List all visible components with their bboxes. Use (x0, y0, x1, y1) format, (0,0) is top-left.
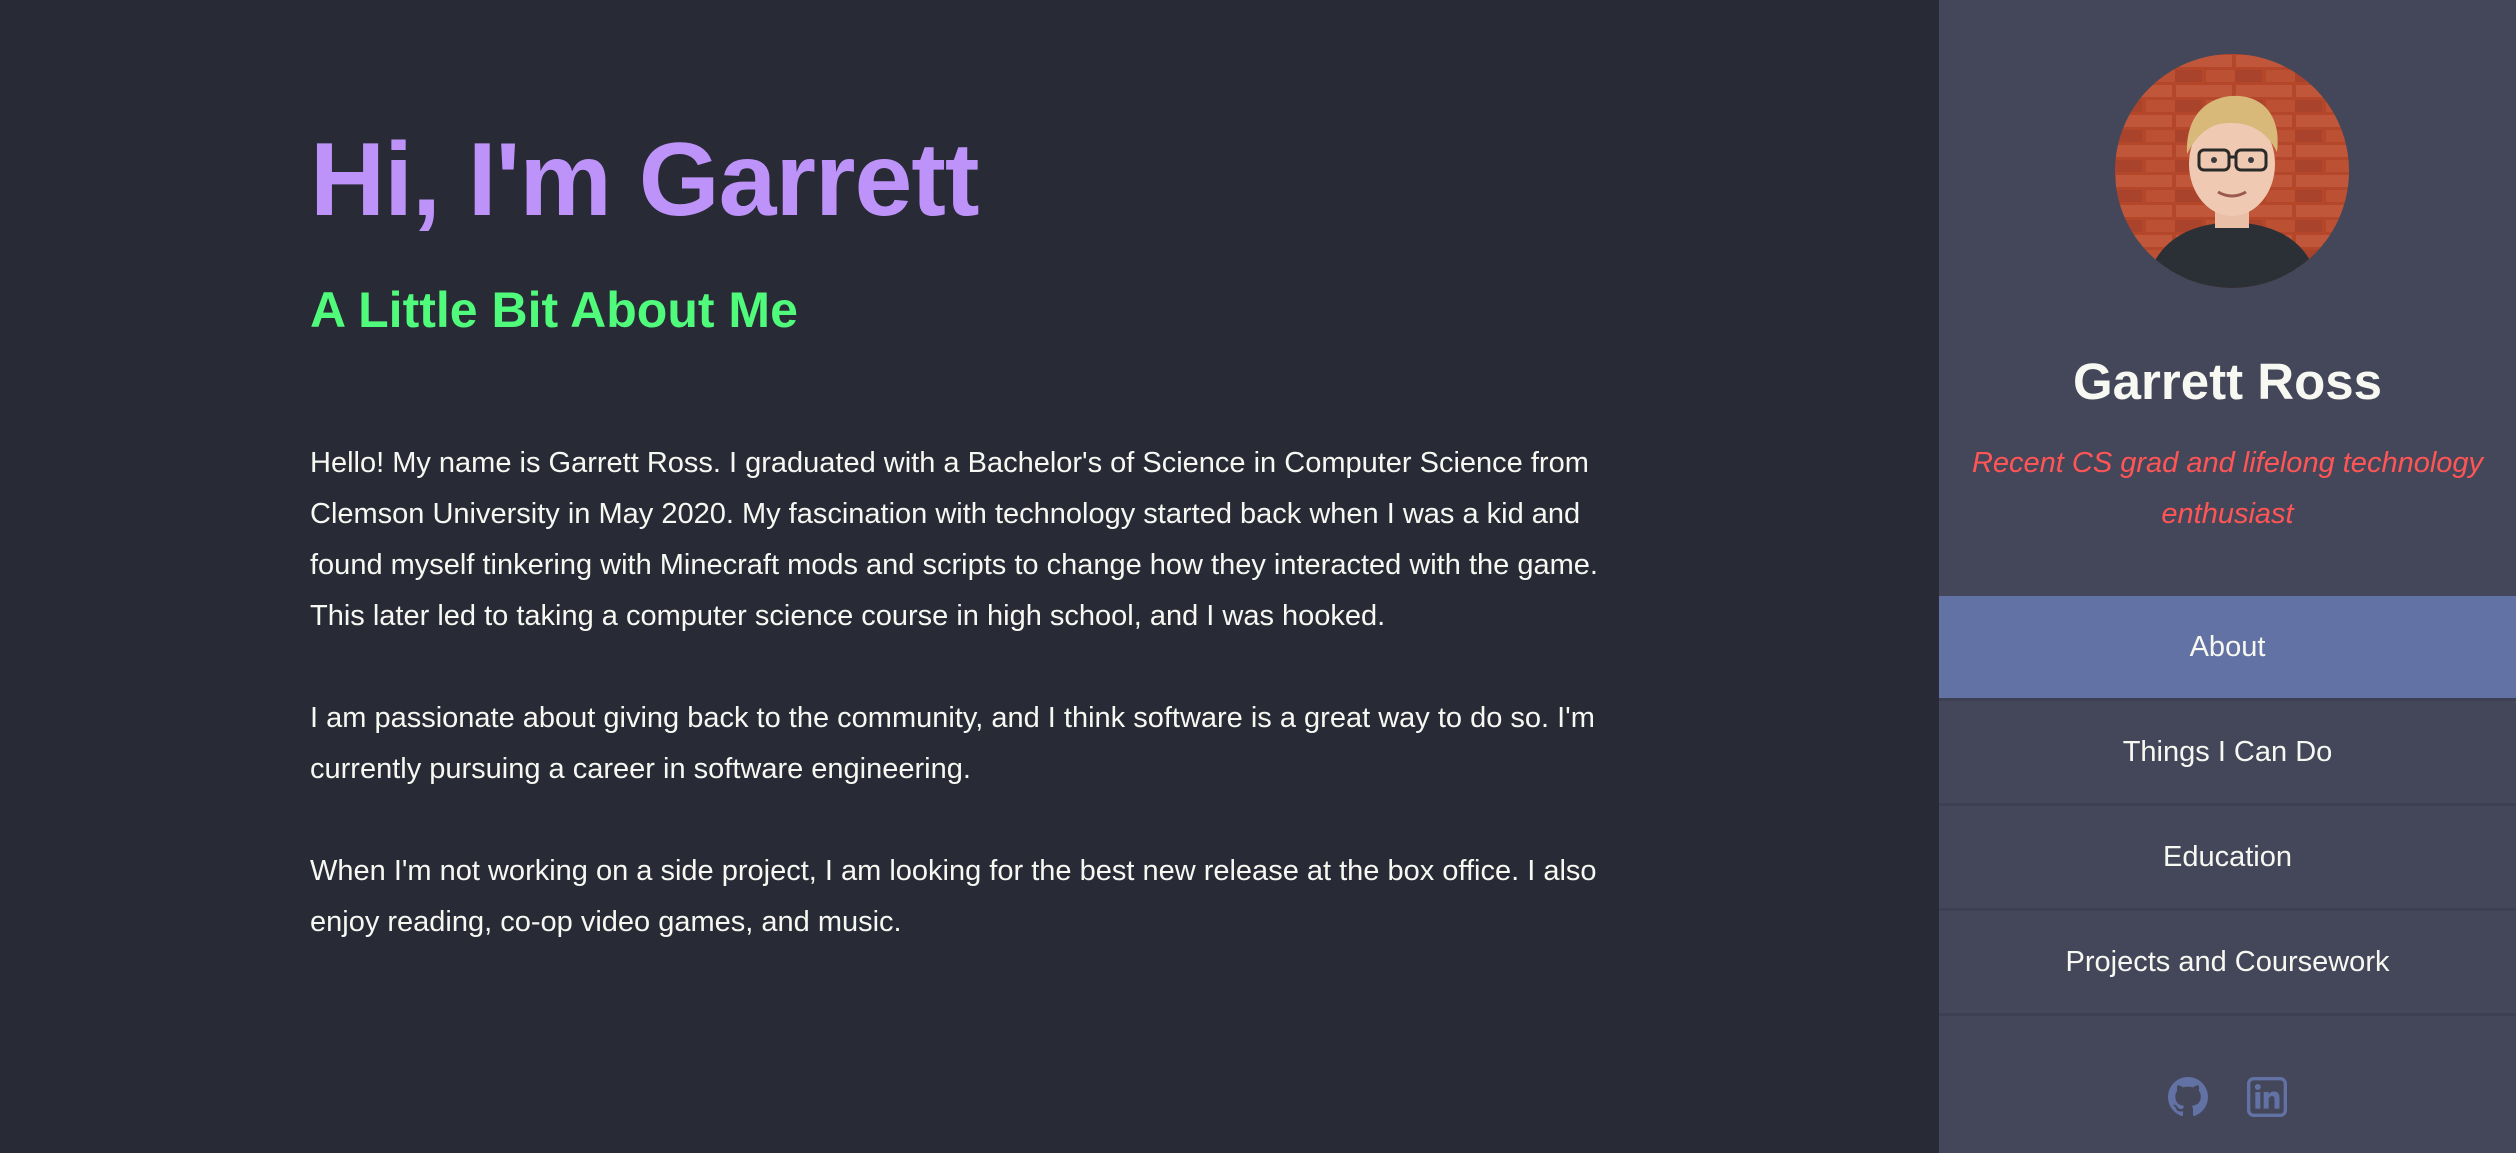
github-icon[interactable] (2168, 1077, 2209, 1117)
page-title: Hi, I'm Garrett (310, 122, 980, 238)
about-section: Hi, I'm Garrett A Little Bit About Me He… (310, 120, 1610, 999)
sidebar: Garrett Ross Recent CS grad and lifelong… (1939, 0, 2516, 1153)
section-subtitle: A Little Bit About Me (310, 282, 798, 338)
bio-paragraph: I am passionate about giving back to the… (310, 702, 1595, 785)
nav-item-things-i-can-do[interactable]: Things I Can Do (1939, 701, 2516, 806)
bio-text: Hello! My name is Garrett Ross. I gradua… (310, 438, 1610, 948)
avatar (2115, 54, 2349, 288)
page: Hi, I'm Garrett A Little Bit About Me He… (0, 0, 2516, 1153)
social-links (1939, 1077, 2516, 1117)
profile-name: Garrett Ross (2073, 353, 2382, 410)
nav-item-education[interactable]: Education (1939, 806, 2516, 911)
nav-item-about[interactable]: About (1939, 596, 2516, 701)
nav-item-projects-and-coursework[interactable]: Projects and Coursework (1939, 911, 2516, 1016)
linkedin-icon[interactable] (2246, 1077, 2287, 1117)
sidebar-nav: About Things I Can Do Education Projects… (1939, 596, 2516, 1016)
profile-tagline: Recent CS grad and lifelong technology e… (1971, 447, 2484, 530)
main-content: Hi, I'm Garrett A Little Bit About Me He… (0, 0, 1939, 1153)
bio-paragraph: When I'm not working on a side project, … (310, 855, 1597, 938)
bio-paragraph: Hello! My name is Garrett Ross. I gradua… (310, 447, 1598, 632)
